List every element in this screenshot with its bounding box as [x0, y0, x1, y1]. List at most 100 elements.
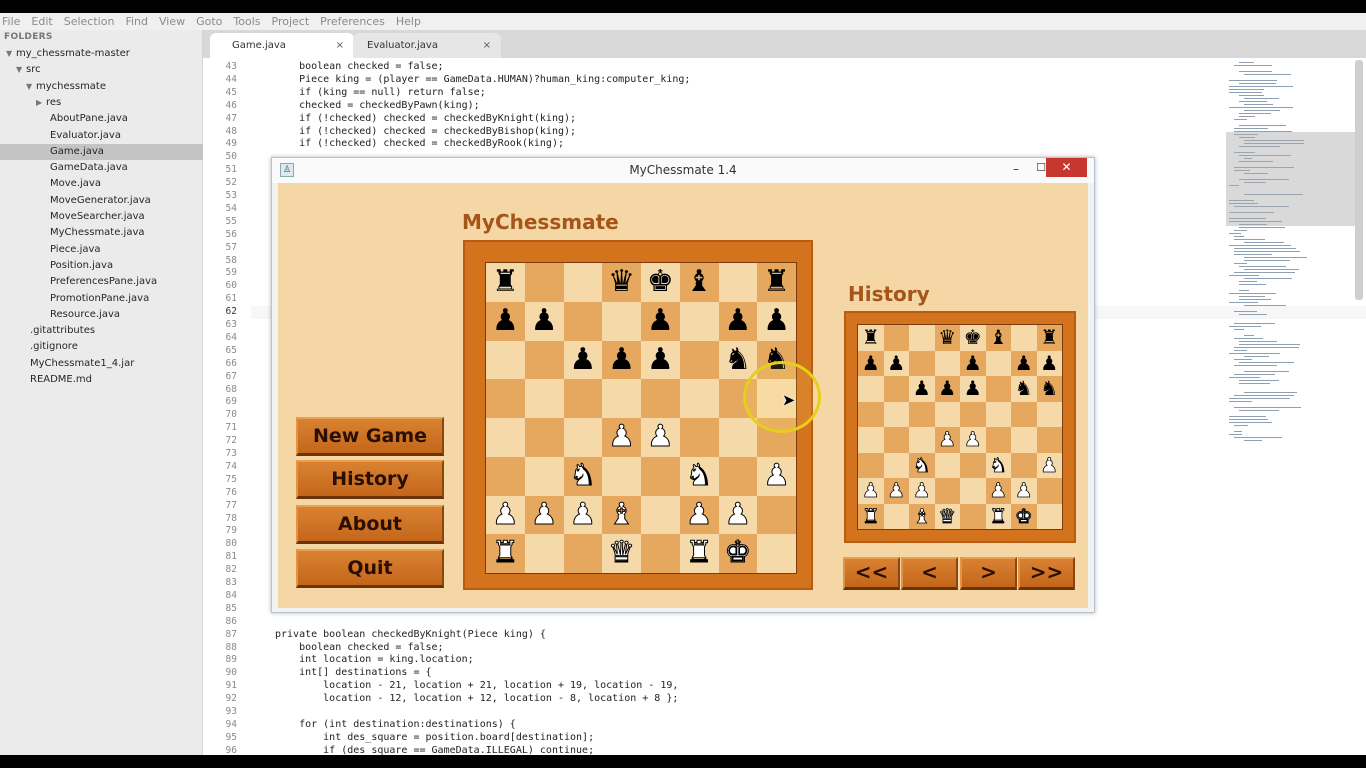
black-pawn-icon[interactable]: ♟ [564, 341, 603, 380]
history-button[interactable]: History [296, 460, 444, 499]
tree-item[interactable]: .gitignore [0, 339, 203, 355]
vertical-scrollbar[interactable] [1355, 60, 1363, 300]
white-pawn-icon[interactable]: ♟ [719, 496, 758, 535]
white-king-icon[interactable]: ♚ [719, 534, 758, 573]
white-rook-icon[interactable]: ♜ [680, 534, 719, 573]
tree-item[interactable]: ▼ my_chessmate-master [0, 46, 203, 62]
white-knight-icon[interactable]: ♞ [680, 457, 719, 496]
menu-goto[interactable]: Goto [196, 15, 222, 28]
board-square[interactable] [524, 379, 564, 418]
code-line[interactable]: if (!checked) checked = checkedByKnight(… [275, 113, 576, 126]
board-square[interactable] [679, 418, 719, 457]
board-square[interactable] [486, 456, 525, 496]
quit-button[interactable]: Quit [296, 549, 444, 588]
about-button[interactable]: About [296, 505, 444, 544]
black-pawn-icon[interactable]: ♟ [757, 302, 796, 341]
board-square[interactable] [718, 456, 758, 496]
minimize-button[interactable]: – [1007, 161, 1025, 179]
code-line[interactable]: for (int destination:destinations) { [275, 719, 516, 732]
tree-item[interactable]: MoveSearcher.java [0, 209, 203, 225]
code-line[interactable]: private boolean checkedByKnight(Piece ki… [275, 629, 546, 642]
menu-selection[interactable]: Selection [64, 15, 115, 28]
code-line[interactable]: location - 12, location + 12, location -… [275, 693, 678, 706]
white-pawn-icon[interactable]: ♟ [757, 457, 796, 496]
tree-item[interactable]: README.md [0, 372, 203, 388]
tree-item[interactable]: MyChessmate.java [0, 225, 203, 241]
code-line[interactable]: int location = king.location; [275, 654, 474, 667]
tree-item[interactable]: Move.java [0, 176, 203, 192]
black-pawn-icon[interactable]: ♟ [641, 302, 680, 341]
board-square[interactable] [563, 379, 603, 418]
board-square[interactable] [641, 379, 680, 418]
black-queen-icon[interactable]: ♛ [602, 263, 641, 302]
board-square[interactable] [641, 534, 680, 573]
chevron-down-icon[interactable]: ▼ [16, 62, 26, 78]
board-square[interactable] [524, 263, 564, 302]
board-square[interactable] [602, 301, 641, 341]
tree-item[interactable]: .gitattributes [0, 323, 203, 339]
tree-item[interactable]: AboutPane.java [0, 111, 203, 127]
board-square[interactable] [679, 379, 719, 418]
white-pawn-icon[interactable]: ♟ [680, 496, 719, 535]
new-game-button[interactable]: New Game [296, 417, 444, 456]
board-square[interactable] [563, 418, 603, 457]
board-square[interactable] [602, 379, 641, 418]
close-icon[interactable]: × [483, 33, 491, 58]
black-pawn-icon[interactable]: ♟ [641, 341, 680, 380]
board-square[interactable] [641, 495, 680, 535]
close-button[interactable]: ✕ [1046, 158, 1087, 177]
black-pawn-icon[interactable]: ♟ [719, 302, 758, 341]
board-square[interactable] [524, 418, 564, 457]
code-line[interactable]: if (!checked) checked = checkedByRook(ki… [275, 138, 564, 151]
board-square[interactable] [486, 340, 525, 380]
black-rook-icon[interactable]: ♜ [757, 263, 796, 302]
tab-game-java[interactable]: Game.java × [210, 33, 354, 58]
menu-find[interactable]: Find [125, 15, 148, 28]
board-square[interactable] [524, 534, 564, 573]
board-square[interactable] [486, 418, 525, 457]
white-pawn-icon[interactable]: ♟ [602, 418, 641, 457]
tree-item[interactable]: ▶ res [0, 95, 203, 111]
board-square[interactable] [757, 495, 796, 535]
tree-item[interactable]: PromotionPane.java [0, 291, 203, 307]
tree-item[interactable]: ▼ src [0, 62, 203, 78]
code-line[interactable]: Piece king = (player == GameData.HUMAN)?… [275, 74, 690, 87]
white-bishop-icon[interactable]: ♝ [602, 496, 641, 535]
chevron-right-icon[interactable]: ▶ [36, 95, 46, 111]
menu-help[interactable]: Help [396, 15, 421, 28]
window-titlebar[interactable]: ♙ MyChessmate 1.4 – ☐ ✕ [272, 158, 1094, 183]
code-line[interactable]: boolean checked = false; [275, 61, 444, 74]
menu-file[interactable]: File [2, 15, 20, 28]
black-rook-icon[interactable]: ♜ [486, 263, 525, 302]
tree-item[interactable]: ▼ mychessmate [0, 79, 203, 95]
board-square[interactable] [563, 301, 603, 341]
tree-item[interactable]: MyChessmate1_4.jar [0, 356, 203, 372]
board-square[interactable] [602, 456, 641, 496]
tab-evaluator-java[interactable]: Evaluator.java × [353, 33, 501, 58]
code-line[interactable]: checked = checkedByPawn(king); [275, 100, 480, 113]
white-queen-icon[interactable]: ♛ [602, 534, 641, 573]
board-square[interactable] [718, 418, 758, 457]
white-pawn-icon[interactable]: ♟ [564, 496, 603, 535]
chevron-down-icon[interactable]: ▼ [26, 79, 36, 95]
black-pawn-icon[interactable]: ♟ [602, 341, 641, 380]
tree-item[interactable]: GameData.java [0, 160, 203, 176]
board-square[interactable] [563, 534, 603, 573]
menu-project[interactable]: Project [272, 15, 310, 28]
history-first-button[interactable]: << [843, 557, 900, 590]
menu-preferences[interactable]: Preferences [320, 15, 385, 28]
white-rook-icon[interactable]: ♜ [486, 534, 525, 573]
tree-item[interactable]: Evaluator.java [0, 128, 203, 144]
white-pawn-icon[interactable]: ♟ [641, 418, 680, 457]
board-square[interactable] [757, 534, 796, 573]
board-square[interactable] [679, 340, 719, 380]
code-line[interactable]: if (king == null) return false; [275, 87, 486, 100]
white-pawn-icon[interactable]: ♟ [486, 496, 525, 535]
white-pawn-icon[interactable]: ♟ [525, 496, 564, 535]
tree-item[interactable]: PreferencesPane.java [0, 274, 203, 290]
tree-item[interactable]: Position.java [0, 258, 203, 274]
code-line[interactable]: location - 21, location + 21, location +… [275, 680, 678, 693]
black-bishop-icon[interactable]: ♝ [680, 263, 719, 302]
chevron-down-icon[interactable]: ▼ [6, 46, 16, 62]
menu-edit[interactable]: Edit [31, 15, 52, 28]
